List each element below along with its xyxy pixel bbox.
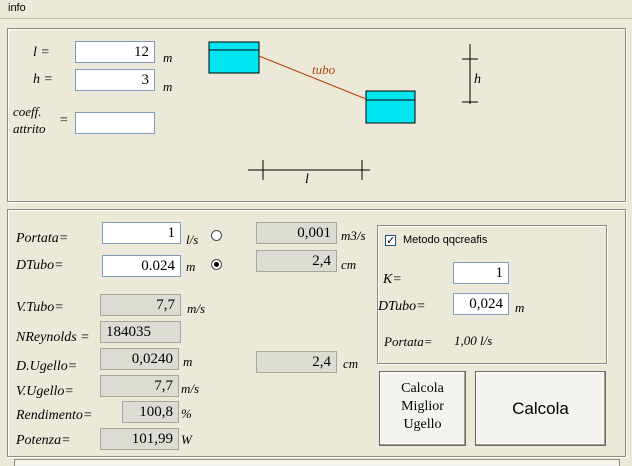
vugello-output: 7,7 xyxy=(100,375,179,397)
tank-pipe-diagram xyxy=(208,41,478,180)
l-label: l = xyxy=(33,45,50,60)
dtubo-input[interactable]: 0.024 xyxy=(102,255,181,277)
calcola-button-label: Calcola xyxy=(512,399,569,418)
calcola-ugello-line-3: Ugello xyxy=(403,417,442,432)
rendimento-unit: % xyxy=(181,406,192,421)
lower-tank xyxy=(365,90,416,124)
coeff-attrito-input[interactable] xyxy=(75,112,155,134)
portata-radio[interactable] xyxy=(211,230,222,241)
coeff-eq: = xyxy=(59,113,69,128)
calcola-miglior-ugello-button[interactable]: Calcola Miglior Ugello xyxy=(379,371,466,446)
metodo-checkbox-label: Metodo qqcreafis xyxy=(403,234,488,246)
method-portata-value: 1,00 l/s xyxy=(454,333,493,348)
nreynolds-output: 184035 xyxy=(100,321,181,343)
dugello-cm-output: 2,4 xyxy=(256,351,337,373)
potenza-label: Potenza= xyxy=(16,433,71,448)
method-dtubo-unit: m xyxy=(515,300,525,315)
portata-m3s-output: 0,001 xyxy=(256,222,337,244)
h-unit: m xyxy=(163,79,173,94)
portata-label: Portata= xyxy=(16,231,69,246)
window-title: info xyxy=(8,2,26,14)
h-dimension-label: h xyxy=(474,72,481,87)
vtubo-label: V.Tubo= xyxy=(16,300,64,315)
title-bar: info xyxy=(0,0,632,19)
method-dtubo-label: DTubo= xyxy=(378,299,426,314)
portata-input[interactable]: 1 xyxy=(102,222,181,244)
portata-m3s-unit: m3/s xyxy=(341,228,366,243)
coeff-label-2: attrito xyxy=(13,121,46,136)
rendimento-label: Rendimento= xyxy=(16,408,93,423)
h-input[interactable]: 3 xyxy=(75,69,155,91)
potenza-unit: W xyxy=(181,432,192,447)
dtubo-radio[interactable] xyxy=(211,259,222,270)
dugello-label: D.Ugello= xyxy=(16,359,78,374)
method-dtubo-input[interactable]: 0,024 xyxy=(453,293,509,315)
dugello-unit: m xyxy=(183,354,193,369)
dtubo-label: DTubo= xyxy=(16,258,64,273)
k-label: K= xyxy=(383,272,402,287)
vtubo-unit: m/s xyxy=(187,301,206,316)
calcola-ugello-line-1: Calcola xyxy=(401,381,444,396)
dtubo-cm-unit: cm xyxy=(341,257,357,272)
method-portata-label: Portata= xyxy=(384,334,433,349)
calcola-button[interactable]: Calcola xyxy=(475,371,606,446)
vugello-label: V.Ugello= xyxy=(16,384,74,399)
upper-tank xyxy=(208,41,260,74)
l-unit: m xyxy=(163,50,173,65)
rendimento-output: 100,8 xyxy=(122,401,179,423)
k-input[interactable]: 1 xyxy=(453,262,509,284)
portata-unit: l/s xyxy=(186,232,199,247)
metodo-checkbox[interactable]: ✓ xyxy=(385,235,396,246)
dugello-cm-unit: cm xyxy=(343,356,359,371)
calcola-ugello-line-2: Miglior xyxy=(401,399,444,414)
dtubo-unit: m xyxy=(186,259,196,274)
l-input[interactable]: 12 xyxy=(75,41,155,63)
vugello-unit: m/s xyxy=(181,381,200,396)
vtubo-output: 7,7 xyxy=(100,294,181,316)
l-dimension-label: l xyxy=(305,172,309,187)
dtubo-cm-output: 2,4 xyxy=(256,250,337,272)
tubo-label: tubo xyxy=(312,62,336,77)
potenza-output: 101,99 xyxy=(100,428,179,450)
nreynolds-label: NReynolds = xyxy=(16,330,90,345)
coeff-label: coeff. xyxy=(13,104,42,119)
h-label: h = xyxy=(33,72,53,87)
dugello-output: 0,0240 xyxy=(100,348,179,370)
